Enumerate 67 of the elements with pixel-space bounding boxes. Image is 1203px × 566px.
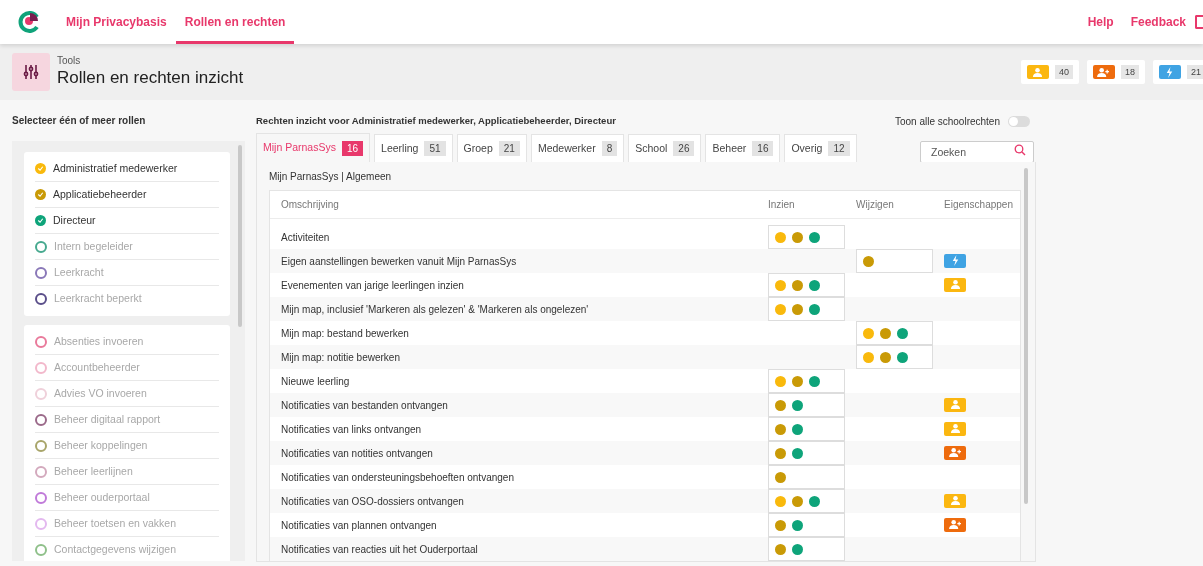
table-cell-text: Notificaties van reacties uit het Ouderportaal	[280, 542, 479, 557]
table-cell-text: Eigen aanstellingen bewerken vanuit Mijn ParnasSys	[280, 254, 518, 269]
logo-icon	[17, 10, 41, 34]
role-option[interactable]: Advies VO invoeren	[54, 385, 147, 402]
role-option[interactable]: Beheer digitaal rapport	[54, 411, 161, 428]
table-cell-text: Evenementen van jarige leerlingen inzien	[280, 278, 465, 293]
table-cell-text: Activiteiten	[280, 230, 331, 245]
role-option[interactable]: Leerkracht beperkt	[54, 291, 142, 307]
role-option[interactable]: Beheer koppelingen	[54, 437, 148, 454]
role-option[interactable]: Administratief medewerker	[53, 160, 178, 177]
role-option[interactable]: Absenties invoeren	[54, 333, 144, 350]
section-label: Tools	[57, 55, 82, 67]
role-option[interactable]: Accountbeheerder	[54, 359, 140, 376]
tab-count: 26	[673, 141, 695, 156]
search-field[interactable]: Zoeken	[920, 141, 1034, 163]
table-cell-text: Mijn map: notitie bewerken	[280, 350, 401, 365]
toggle-label: Toon alle schoolrechten	[894, 114, 1000, 129]
scrollbar[interactable]	[1024, 168, 1028, 504]
tab-count: 16	[341, 140, 364, 156]
table-cell-text: Notificaties van links ontvangen	[280, 422, 423, 437]
table-cell-text: Notificaties van OSO-dossiers ontvangen	[280, 494, 465, 509]
tab-count: 12	[828, 141, 850, 156]
column-header: Wijzigen	[856, 198, 895, 212]
tab-count: 16	[752, 141, 774, 156]
nav-tab[interactable]: Mijn Privacybasis	[57, 0, 176, 44]
tab-count: 21	[498, 141, 520, 156]
tab[interactable]: Medewerker 8	[530, 134, 625, 162]
table-cell-text: Mijn map: bestand bewerken	[280, 326, 410, 341]
role-option[interactable]: Beheer ouderportaal	[54, 489, 150, 506]
tab[interactable]: Beheer 16	[705, 134, 781, 162]
tab-count: 8	[601, 141, 618, 156]
table-cell-text: Notificaties van bestanden ontvangen	[280, 398, 449, 413]
role-option[interactable]: Beheer leerlijnen	[54, 463, 133, 480]
table-cell-text: Notificaties van notities ontvangen	[280, 446, 434, 461]
role-option[interactable]: Intern begeleider	[54, 238, 133, 255]
column-header: Inzien	[768, 198, 796, 212]
page-title: Rollen en rechten inzicht	[57, 67, 244, 89]
table-cell-text: Nieuwe leerling	[280, 374, 351, 389]
rights-heading: Rechten inzicht voor Administratief medewerker, Applicatiebeheerder, Directeur	[256, 113, 617, 128]
role-option[interactable]: Directeur	[53, 212, 96, 229]
role-option[interactable]: Beheer toetsen en vakken	[54, 515, 176, 532]
sidebar-heading: Selecteer één of meer rollen	[12, 114, 147, 128]
role-option[interactable]: Leerkracht	[54, 264, 104, 281]
table-cell-text: Mijn map, inclusief 'Markeren als gelezen' & 'Markeren als ongelezen'	[280, 302, 590, 317]
nav-link[interactable]: Help	[1087, 13, 1114, 31]
summary-count: 40	[1054, 65, 1073, 79]
role-option[interactable]: Applicatiebeheerder	[53, 186, 147, 203]
column-header: Omschrijving	[280, 198, 340, 212]
tab[interactable]: Groep 21	[456, 134, 527, 162]
tab[interactable]: Leerling 51	[374, 134, 453, 162]
summary-count: 21	[1187, 65, 1203, 79]
summary-count: 18	[1120, 65, 1139, 79]
tab[interactable]: Mijn ParnasSys 16	[256, 133, 371, 162]
table-cell-text: Notificaties van plannen ontvangen	[280, 518, 438, 533]
toggle-switch[interactable]	[1008, 115, 1030, 127]
column-header: Eigenschappen	[944, 198, 1014, 212]
breadcrumb: Mijn ParnasSys | Algemeen	[269, 170, 393, 184]
table-cell-text: Notificaties van ondersteuningsbehoeften ontvangen	[280, 470, 515, 485]
role-option[interactable]: Contactgegevens wijzigen	[54, 542, 176, 558]
scrollbar[interactable]	[238, 145, 242, 327]
search-icon[interactable]	[1014, 144, 1026, 156]
tab-count: 51	[424, 141, 446, 156]
nav-link[interactable]: Feedback	[1130, 13, 1186, 31]
tab[interactable]: School 26	[628, 134, 702, 162]
logout-icon[interactable]	[1195, 15, 1203, 29]
tools-icon	[12, 53, 50, 91]
tab[interactable]: Overig 12	[784, 134, 857, 162]
